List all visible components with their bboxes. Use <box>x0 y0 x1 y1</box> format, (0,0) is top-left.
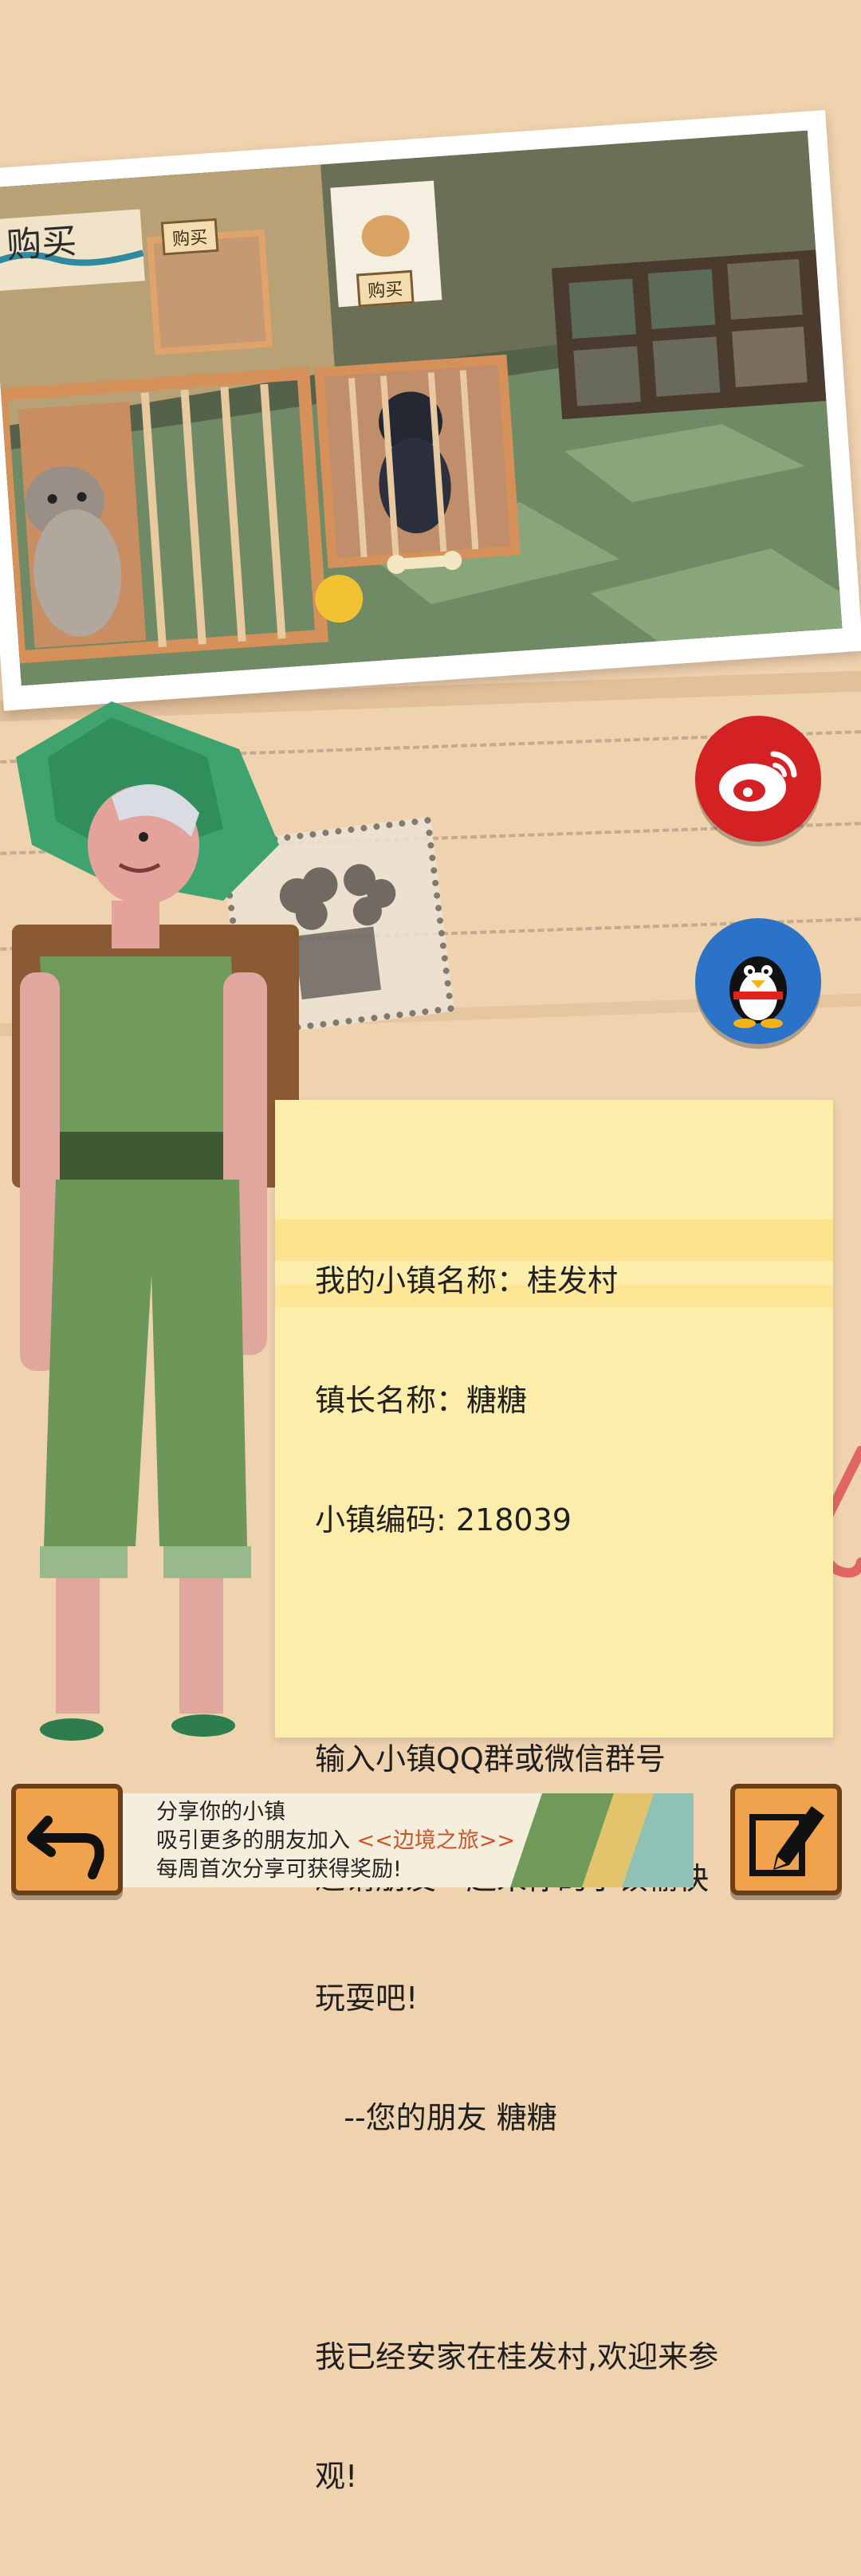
pet-shop-illustration <box>0 130 843 686</box>
invite-line-3: 玩耍吧! <box>315 1981 419 2016</box>
share-title: 分享你的小镇 <box>156 1800 285 1824</box>
qq-share-button[interactable] <box>695 918 821 1044</box>
mayor-name-line: 镇长名称：糖糖 <box>315 1383 528 1418</box>
qq-penguin-icon <box>729 956 787 1028</box>
pet-shop-photo: 购买 购买 购买 <box>0 110 861 711</box>
edit-button[interactable] <box>730 1784 842 1895</box>
pet-shop-scene: 购买 购买 购买 <box>0 130 843 686</box>
share-text: 分享你的小镇 吸引更多的朋友加入 <<边境之旅>> 每周首次分享可获得奖励! <box>156 1798 515 1884</box>
share-reward-line: 每周首次分享可获得奖励! <box>156 1857 402 1882</box>
back-button[interactable] <box>11 1784 123 1895</box>
buy-sign-cage: 购买 <box>160 218 219 256</box>
invite-line-1: 输入小镇QQ群或微信群号 <box>315 1742 666 1777</box>
buy-sign-large: 购买 <box>5 221 78 267</box>
weibo-icon <box>719 751 797 811</box>
edit-pencil-icon <box>749 1806 824 1876</box>
back-arrow-icon <box>27 1816 104 1879</box>
share-banner: 分享你的小镇 吸引更多的朋友加入 <<边境之旅>> 每周首次分享可获得奖励! <box>120 1793 694 1887</box>
buy-sign-poster: 购买 <box>356 269 415 308</box>
signature-line: --您的朋友 糖糖 <box>315 2100 557 2135</box>
game-name-highlight: <<边境之旅>> <box>356 1828 516 1853</box>
share-invite-text: 吸引更多的朋友加入 <box>156 1828 357 1853</box>
town-name-line: 我的小镇名称：桂发村 <box>315 1263 619 1298</box>
welcome-line-2: 观! <box>315 2459 358 2494</box>
share-invite-line: 吸引更多的朋友加入 <<边境之旅>> <box>156 1827 515 1855</box>
welcome-line-1: 我已经安家在桂发村,欢迎来参 <box>315 2339 719 2374</box>
weibo-share-button[interactable] <box>695 716 821 842</box>
share-banner-decoration <box>510 1793 694 1887</box>
town-info-note: 我的小镇名称：桂发村 镇长名称：糖糖 小镇编码: 218039 输入小镇QQ群或… <box>275 1100 833 2494</box>
bottom-share-bar: 分享你的小镇 吸引更多的朋友加入 <<边境之旅>> 每周首次分享可获得奖励! <box>0 1779 861 1913</box>
town-code-line: 小镇编码: 218039 <box>315 1502 572 1537</box>
